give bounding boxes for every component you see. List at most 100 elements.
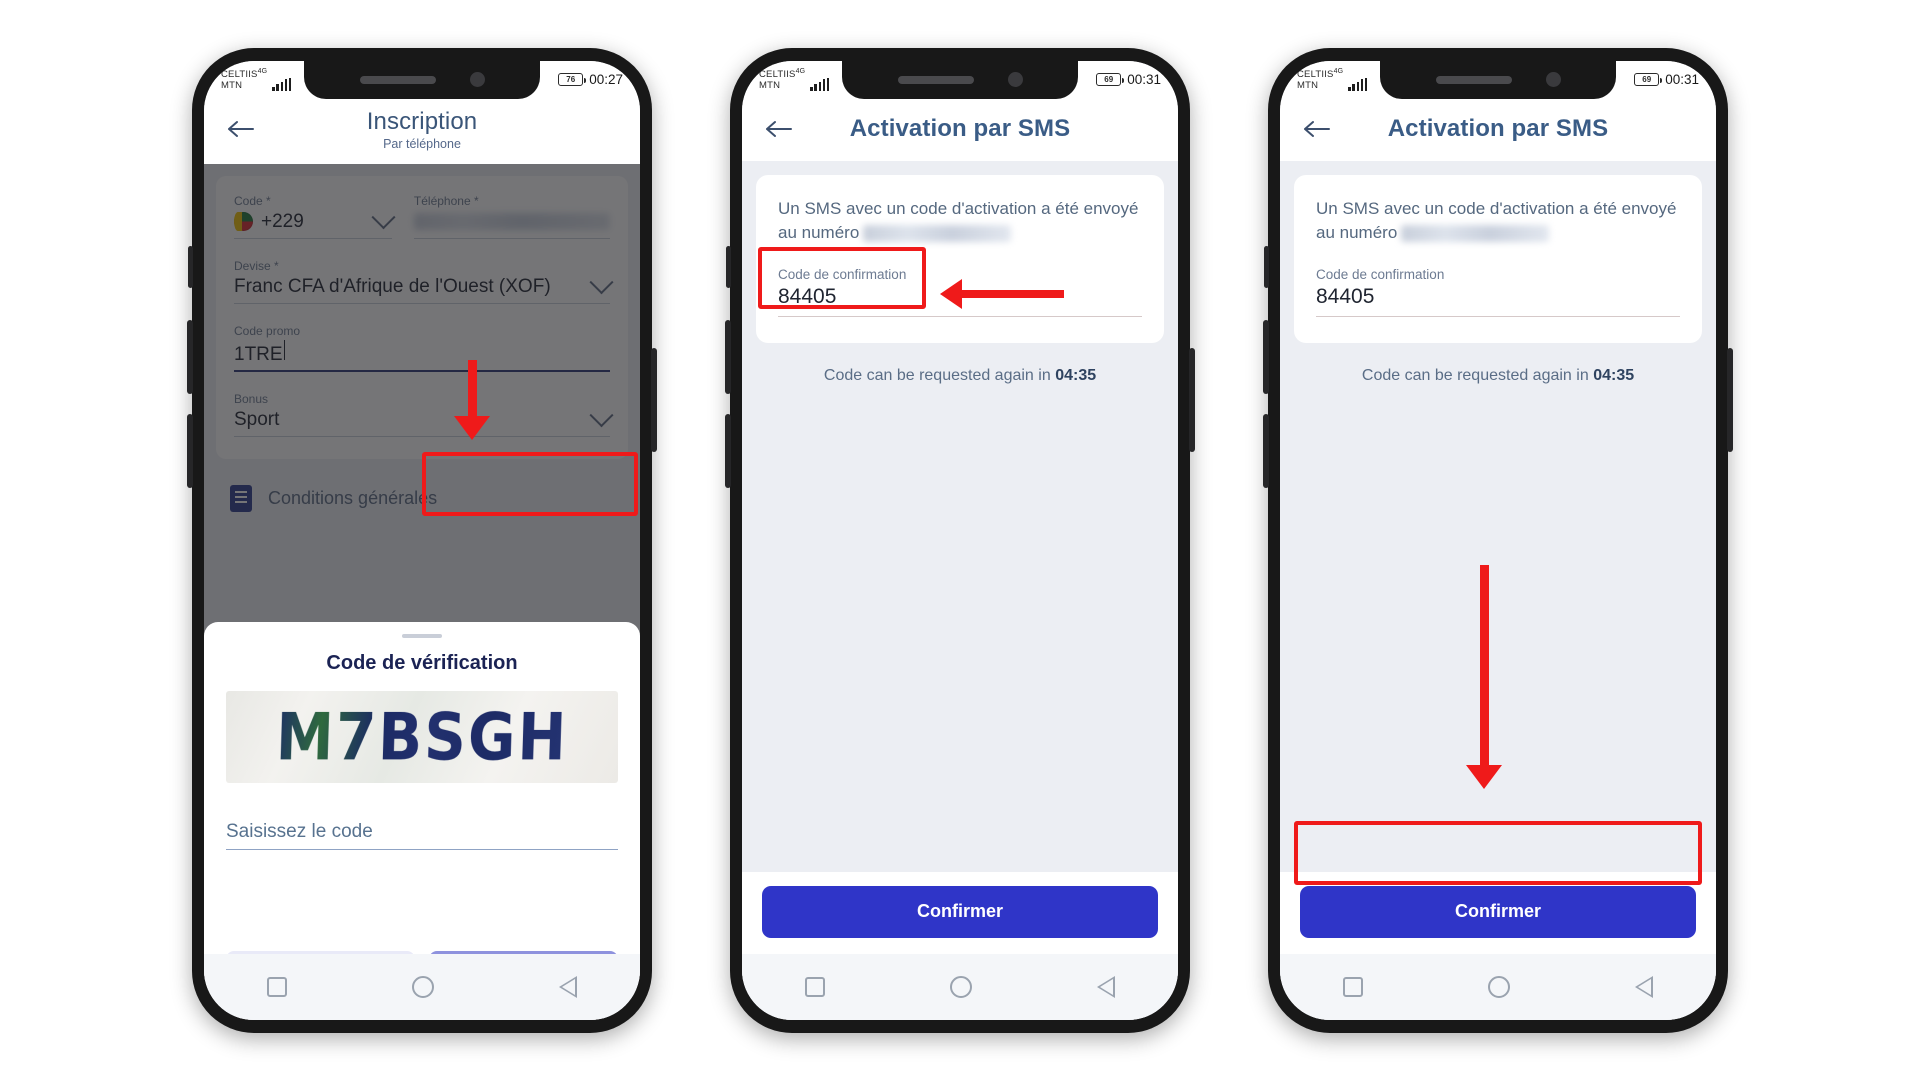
resend-timer: Code can be requested again in 04:35 (1280, 367, 1716, 385)
captcha-text: M7BSGH (274, 698, 570, 775)
volume-up-button[interactable] (187, 319, 193, 394)
status-bar-left: CELTIIS4G MTN (1297, 68, 1368, 91)
screen-sms-confirm: CELTIIS4G MTN 69 00:31 Activation par SM… (1280, 60, 1716, 1020)
status-clock: 00:31 (1127, 72, 1161, 87)
phone-frame-sms-confirm: CELTIIS4G MTN 69 00:31 Activation par SM… (1263, 47, 1733, 1033)
sms-message: Un SMS avec un code d'activation a été e… (1316, 197, 1680, 245)
status-bar-left: CELTIIS4G MTN (759, 68, 830, 91)
mute-switch[interactable] (1264, 245, 1269, 288)
annotation-arrow-down-confirm (1466, 564, 1502, 789)
volume-down-button[interactable] (1263, 413, 1269, 488)
network-type-label: 4G (257, 68, 268, 76)
sheet-title: Code de vérification (326, 651, 518, 674)
power-button[interactable] (1727, 347, 1733, 452)
signal-bars-icon (1348, 77, 1368, 91)
recents-icon[interactable] (1342, 976, 1363, 997)
phone-frame-sms-entered: CELTIIS4G MTN 69 00:31 Activation par SM… (725, 47, 1195, 1033)
recents-icon[interactable] (804, 976, 825, 997)
sms-body: Un SMS avec un code d'activation a été e… (1280, 160, 1716, 1020)
carrier-secondary: MTN (759, 79, 781, 91)
power-button[interactable] (1189, 347, 1195, 452)
app-header-sms: Activation par SMS (742, 98, 1178, 161)
home-icon[interactable] (949, 975, 972, 998)
carrier-label: CELTIIS4G MTN (1297, 68, 1343, 90)
resend-prefix-label: Code can be requested again in (1361, 366, 1589, 384)
notch (304, 60, 540, 99)
home-icon[interactable] (411, 975, 434, 998)
volume-down-button[interactable] (725, 413, 731, 488)
front-camera (1545, 72, 1561, 87)
front-camera (1007, 72, 1023, 87)
notch (1380, 60, 1616, 99)
sms-info-card: Un SMS avec un code d'activation a été e… (756, 174, 1164, 343)
annotation-arrow-left-code (940, 278, 1064, 309)
battery-icon: 69 (1096, 73, 1125, 86)
volume-up-button[interactable] (1263, 319, 1269, 394)
confirmation-code-label: Code de confirmation (1316, 266, 1445, 282)
confirm-button-bar: Confirmer (1280, 871, 1716, 954)
page-title: Activation par SMS (1387, 114, 1609, 142)
resend-timer: Code can be requested again in 04:35 (742, 367, 1178, 385)
annotation-arrow-down-next (454, 359, 490, 440)
tutorial-screenshot-stage: CELTIIS4G MTN 76 00:27 Inscription Par t… (0, 0, 1920, 1080)
android-nav-bar (742, 953, 1178, 1020)
network-type-label: 4G (1333, 68, 1344, 76)
confirm-button[interactable]: Confirmer (762, 885, 1158, 938)
volume-down-button[interactable] (187, 413, 193, 488)
signal-bars-icon (272, 77, 292, 91)
header-titles: Inscription Par téléphone (224, 108, 620, 151)
status-clock: 00:27 (589, 72, 623, 87)
sheet-grabber-handle[interactable] (402, 633, 442, 638)
mute-switch[interactable] (188, 245, 193, 288)
captcha-input-placeholder: Saisissez le code (226, 820, 373, 842)
status-bar-left: CELTIIS4G MTN (221, 68, 292, 91)
resend-prefix-label: Code can be requested again in (823, 366, 1051, 384)
carrier-secondary: MTN (1297, 79, 1319, 91)
confirmation-code-field[interactable]: Code de confirmation 84405 (1316, 267, 1680, 317)
android-nav-bar (204, 953, 640, 1020)
earpiece-speaker (1435, 75, 1512, 84)
carrier-label: CELTIIS4G MTN (221, 68, 267, 90)
battery-icon: 69 (1634, 73, 1663, 86)
masked-phone-number (863, 224, 1012, 242)
notch (842, 60, 1078, 99)
app-header-registration: Inscription Par téléphone (204, 98, 640, 164)
confirm-button[interactable]: Confirmer (1300, 885, 1696, 938)
page-title: Activation par SMS (849, 114, 1071, 142)
earpiece-speaker (897, 75, 974, 84)
recents-icon[interactable] (266, 976, 287, 997)
carrier-secondary: MTN (221, 79, 243, 91)
carrier-label: CELTIIS4G MTN (759, 68, 805, 90)
resend-countdown: 04:35 (1593, 366, 1635, 384)
page-title: Inscription (366, 107, 478, 135)
captcha-input[interactable]: Saisissez le code (226, 821, 618, 850)
confirm-button-bar: Confirmer (742, 871, 1178, 954)
screen-sms-entered: CELTIIS4G MTN 69 00:31 Activation par SM… (742, 60, 1178, 1020)
captcha-image: M7BSGH (226, 690, 618, 783)
page-subtitle: Par téléphone (383, 136, 461, 151)
sms-message: Un SMS avec un code d'activation a été e… (778, 197, 1142, 245)
status-bar-right: 76 00:27 (558, 72, 623, 87)
earpiece-speaker (359, 75, 436, 84)
sms-body: Un SMS avec un code d'activation a été e… (742, 160, 1178, 1020)
back-icon[interactable] (559, 975, 578, 998)
mute-switch[interactable] (726, 245, 731, 288)
back-icon[interactable] (1097, 975, 1116, 998)
confirmation-code-value: 84405 (1316, 282, 1680, 317)
header-titles: Activation par SMS (1300, 115, 1696, 143)
masked-phone-number (1401, 224, 1550, 242)
phone-frame-registration: CELTIIS4G MTN 76 00:27 Inscription Par t… (187, 47, 657, 1033)
network-type-label: 4G (795, 68, 806, 76)
volume-up-button[interactable] (725, 319, 731, 394)
status-bar-right: 69 00:31 (1634, 72, 1699, 87)
home-icon[interactable] (1487, 975, 1510, 998)
back-icon[interactable] (1635, 975, 1654, 998)
battery-icon: 76 (558, 73, 587, 86)
status-bar-right: 69 00:31 (1096, 72, 1161, 87)
resend-countdown: 04:35 (1055, 366, 1097, 384)
header-titles: Activation par SMS (762, 115, 1158, 143)
power-button[interactable] (651, 347, 657, 452)
front-camera (469, 72, 485, 87)
sms-info-card: Un SMS avec un code d'activation a été e… (1294, 174, 1702, 343)
android-nav-bar (1280, 953, 1716, 1020)
